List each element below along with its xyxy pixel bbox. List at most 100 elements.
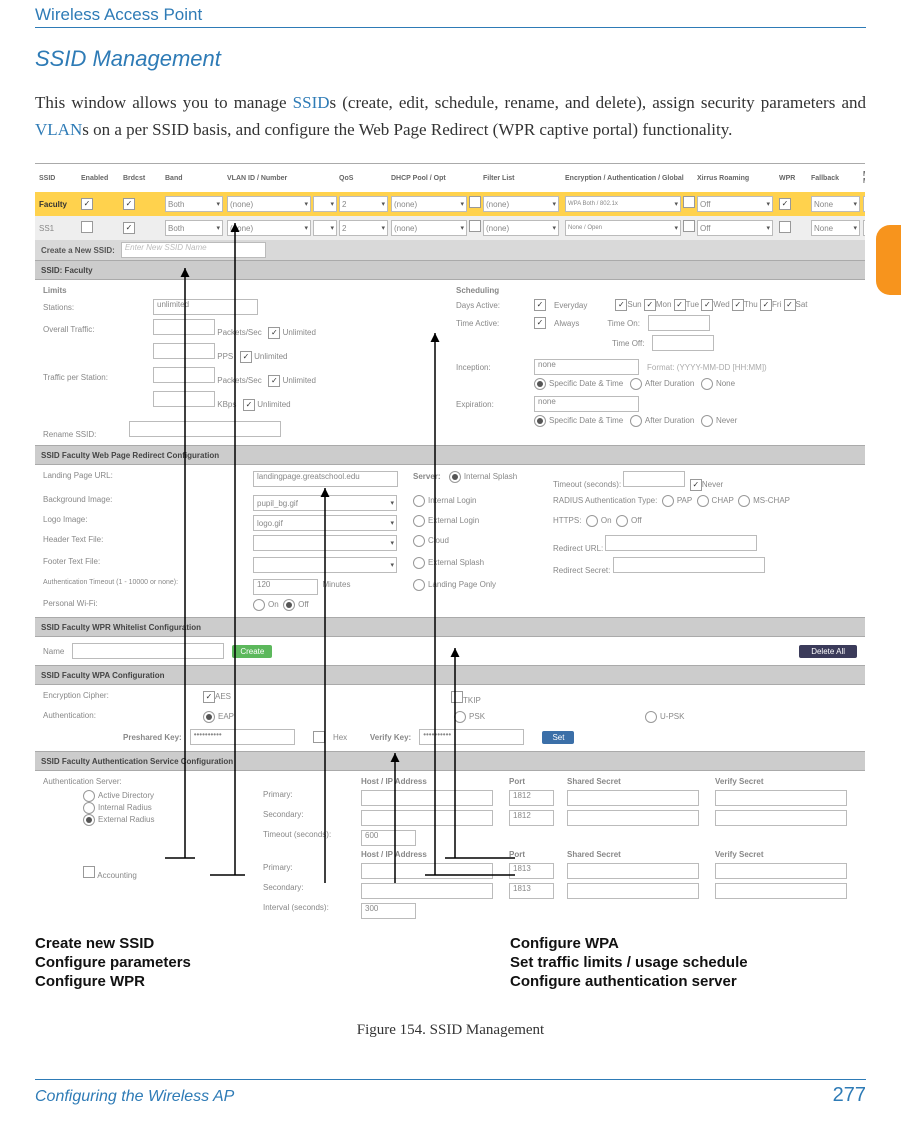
cipher-tkip[interactable] <box>451 691 463 703</box>
auth-psk[interactable] <box>454 711 466 723</box>
set-button[interactable]: Set <box>542 731 574 744</box>
always-checkbox[interactable] <box>534 317 546 329</box>
dhcp-opt[interactable] <box>469 196 481 208</box>
enabled-checkbox[interactable] <box>81 221 93 233</box>
srv-ext[interactable] <box>413 515 425 527</box>
stations-input[interactable]: unlimited <box>153 299 258 315</box>
interval-input[interactable]: 300 <box>361 903 416 919</box>
vlan-num[interactable] <box>313 196 337 212</box>
enabled-checkbox[interactable] <box>81 198 93 210</box>
inception-opt2[interactable] <box>630 378 642 390</box>
secondary-verify[interactable] <box>715 810 847 826</box>
roam-select[interactable]: Off <box>697 196 773 212</box>
timeout-input[interactable] <box>623 471 685 487</box>
timeout-input2[interactable]: 600 <box>361 830 416 846</box>
wl-name-input[interactable] <box>72 643 224 659</box>
cipher-aes[interactable] <box>203 691 215 703</box>
qos-select[interactable]: 2 <box>339 220 388 236</box>
mobile-select[interactable]: Non <box>863 196 865 212</box>
srv-splash[interactable] <box>449 471 461 483</box>
enc-select[interactable]: None / Open <box>565 220 681 236</box>
link-vlan[interactable]: VLAN <box>35 120 82 139</box>
unlimited-checkbox[interactable] <box>240 351 252 363</box>
pwifi-on[interactable] <box>253 599 265 611</box>
acc-primary-verify[interactable] <box>715 863 847 879</box>
create-ssid-input[interactable]: Enter New SSID Name <box>121 242 266 258</box>
acc-primary-port[interactable]: 1813 <box>509 863 554 879</box>
unlimited-checkbox[interactable] <box>243 399 255 411</box>
enc-global[interactable] <box>683 196 695 208</box>
enc-select[interactable]: WPA Both / 802.1x <box>565 196 681 212</box>
srv-lponly[interactable] <box>413 579 425 591</box>
https-off[interactable] <box>616 515 628 527</box>
ssid-row-faculty[interactable]: Faculty Both (none) 2 (none) (none) WPA … <box>35 192 865 216</box>
ssid-row-ss1[interactable]: SS1 Both (none) 2 (none) (none) None / O… <box>35 216 865 240</box>
as-er[interactable] <box>83 814 95 826</box>
expiration-input[interactable]: none <box>534 396 639 412</box>
day-tue[interactable] <box>674 299 686 311</box>
prekey-input[interactable]: •••••••••• <box>190 729 295 745</box>
brdcst-checkbox[interactable] <box>123 198 135 210</box>
filter-select[interactable]: (none) <box>483 196 559 212</box>
enc-global[interactable] <box>683 220 695 232</box>
dhcp-select[interactable]: (none) <box>391 220 467 236</box>
fallback-select[interactable]: None <box>811 220 860 236</box>
authto-input[interactable]: 120 <box>253 579 318 595</box>
exp-opt2[interactable] <box>630 415 642 427</box>
ftr-select[interactable] <box>253 557 397 573</box>
as-ir[interactable] <box>83 802 95 814</box>
verifykey-input[interactable]: •••••••••• <box>419 729 524 745</box>
day-fri[interactable] <box>760 299 772 311</box>
secondary-shared[interactable] <box>567 810 699 826</box>
vlan-select[interactable]: (none) <box>227 220 311 236</box>
tpstation-input[interactable] <box>153 367 215 383</box>
as-ad[interactable] <box>83 790 95 802</box>
redirurl-input[interactable] <box>605 535 757 551</box>
day-sun[interactable] <box>615 299 627 311</box>
tpstation-kbps-input[interactable] <box>153 391 215 407</box>
day-sat[interactable] <box>784 299 796 311</box>
mobile-select[interactable]: Non <box>863 220 865 236</box>
acc-secondary-port[interactable]: 1813 <box>509 883 554 899</box>
secondary-host[interactable] <box>361 810 493 826</box>
band-select[interactable]: Both <box>165 196 223 212</box>
link-ssid[interactable]: SSID <box>293 93 330 112</box>
delete-all-button[interactable]: Delete All <box>799 645 857 658</box>
exp-opt1[interactable] <box>534 415 546 427</box>
filter-select[interactable]: (none) <box>483 220 559 236</box>
unlimited-checkbox[interactable] <box>268 375 280 387</box>
primary-verify[interactable] <box>715 790 847 806</box>
hex-checkbox[interactable] <box>313 731 325 743</box>
auth-eap[interactable] <box>203 711 215 723</box>
time-on-input[interactable] <box>648 315 710 331</box>
dhcp-opt[interactable] <box>469 220 481 232</box>
vlan-select[interactable]: (none) <box>227 196 311 212</box>
accounting-checkbox[interactable] <box>83 866 95 878</box>
never-checkbox[interactable] <box>690 479 702 491</box>
srv-login[interactable] <box>413 495 425 507</box>
day-mon[interactable] <box>644 299 656 311</box>
create-button[interactable]: Create <box>232 645 272 658</box>
overall-pps2-input[interactable] <box>153 343 215 359</box>
primary-shared[interactable] <box>567 790 699 806</box>
rt-pap[interactable] <box>662 495 674 507</box>
rt-mschap[interactable] <box>738 495 750 507</box>
fallback-select[interactable]: None <box>811 196 860 212</box>
brdcst-checkbox[interactable] <box>123 222 135 234</box>
https-on[interactable] <box>586 515 598 527</box>
everyday-checkbox[interactable] <box>534 299 546 311</box>
qos-select[interactable]: 2 <box>339 196 388 212</box>
pwifi-off[interactable] <box>283 599 295 611</box>
auth-upsk[interactable] <box>645 711 657 723</box>
overall-pps-input[interactable] <box>153 319 215 335</box>
unlimited-checkbox[interactable] <box>268 327 280 339</box>
vlan-num[interactable] <box>313 220 337 236</box>
srv-extsplash[interactable] <box>413 557 425 569</box>
acc-primary-shared[interactable] <box>567 863 699 879</box>
time-off-input[interactable] <box>652 335 714 351</box>
secondary-port[interactable]: 1812 <box>509 810 554 826</box>
hdr-select[interactable] <box>253 535 397 551</box>
primary-port[interactable]: 1812 <box>509 790 554 806</box>
exp-opt3[interactable] <box>701 415 713 427</box>
redirsecret-input[interactable] <box>613 557 765 573</box>
